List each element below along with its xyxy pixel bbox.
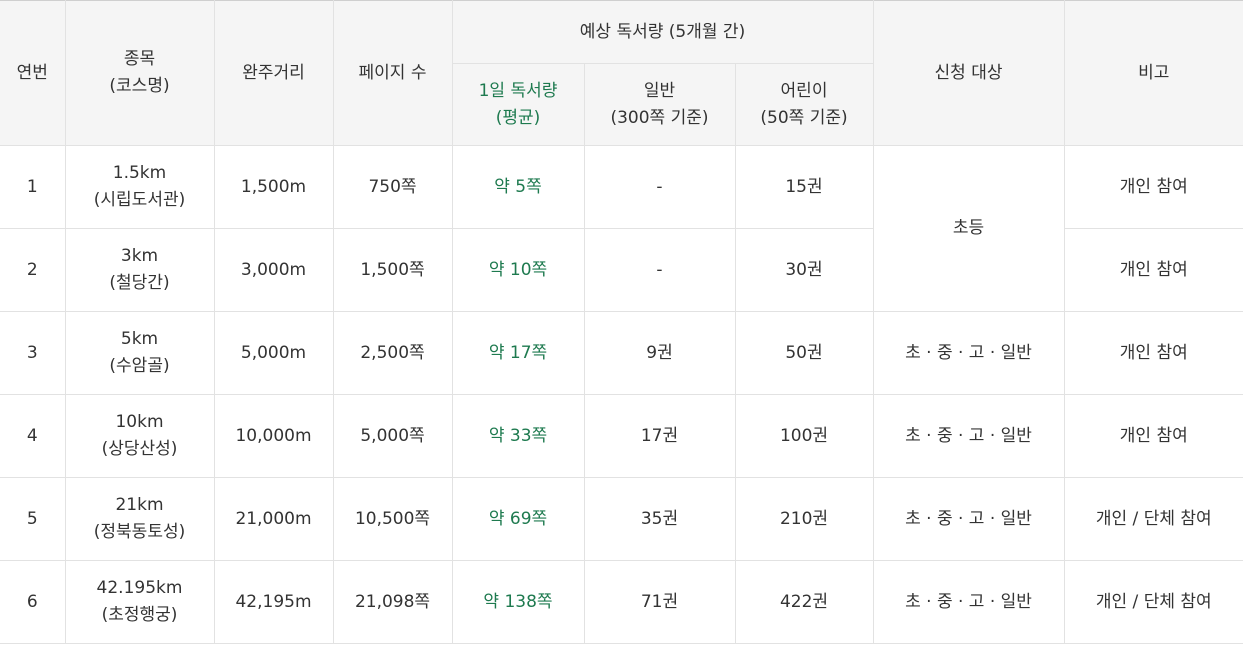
cell-course: 3km (철당간) xyxy=(64,228,215,312)
cell-general: 71권 xyxy=(583,560,736,644)
header-daily-line1: 1일 독서량 xyxy=(478,80,558,101)
cell-course-name: (철당간) xyxy=(109,273,170,293)
cell-general: 35권 xyxy=(583,477,736,561)
header-children-line2: (50쪽 기준) xyxy=(760,107,848,128)
cell-no: 1 xyxy=(0,145,66,229)
cell-children: 210권 xyxy=(734,477,874,561)
cell-distance: 1,500m xyxy=(213,145,334,229)
cell-course: 10km (상당산성) xyxy=(64,394,215,478)
reading-marathon-table: 연번 종목 (코스명) 완주거리 페이지 수 예상 독서량 (5개월 간) 신청… xyxy=(0,0,1243,644)
cell-course: 1.5km (시립도서관) xyxy=(64,145,215,229)
cell-note: 개인 참여 xyxy=(1063,228,1243,312)
cell-daily: 약 33쪽 xyxy=(451,394,585,478)
cell-course-distance: 42.195km xyxy=(96,578,183,598)
header-course: 종목 (코스명) xyxy=(64,0,215,146)
cell-note: 개인 / 단체 참여 xyxy=(1063,560,1243,644)
cell-note: 개인 / 단체 참여 xyxy=(1063,477,1243,561)
cell-children: 422권 xyxy=(734,560,874,644)
cell-no: 4 xyxy=(0,394,66,478)
header-daily-line2: (평균) xyxy=(495,107,541,128)
cell-course-name: (상당산성) xyxy=(101,439,178,459)
cell-course-distance: 10km xyxy=(115,412,164,432)
header-distance: 완주거리 xyxy=(213,0,334,146)
cell-pages: 21,098쪽 xyxy=(332,560,453,644)
cell-children: 100권 xyxy=(734,394,874,478)
cell-general: 9권 xyxy=(583,311,736,395)
cell-distance: 42,195m xyxy=(213,560,334,644)
cell-daily: 약 69쪽 xyxy=(451,477,585,561)
table-row: 4 10km (상당산성) 10,000m 5,000쪽 약 33쪽 17권 1… xyxy=(0,394,1243,478)
cell-children: 50권 xyxy=(734,311,874,395)
table-row: 6 42.195km (초정행궁) 42,195m 21,098쪽 약 138쪽… xyxy=(0,560,1243,644)
cell-general: - xyxy=(583,145,736,229)
table-header: 연번 종목 (코스명) 완주거리 페이지 수 예상 독서량 (5개월 간) 신청… xyxy=(0,0,1243,146)
cell-pages: 1,500쪽 xyxy=(332,228,453,312)
cell-daily: 약 5쪽 xyxy=(451,145,585,229)
cell-children: 30권 xyxy=(734,228,874,312)
table-row: 5 21km (정북동토성) 21,000m 10,500쪽 약 69쪽 35권… xyxy=(0,477,1243,561)
cell-course-name: (시립도서관) xyxy=(93,190,186,210)
cell-note: 개인 참여 xyxy=(1063,311,1243,395)
cell-pages: 2,500쪽 xyxy=(332,311,453,395)
cell-course-name: (수암골) xyxy=(109,356,170,376)
cell-target: 초 · 중 · 고 · 일반 xyxy=(872,394,1065,478)
cell-pages: 10,500쪽 xyxy=(332,477,453,561)
header-reading-group: 예상 독서량 (5개월 간) xyxy=(451,0,874,64)
cell-target: 초 · 중 · 고 · 일반 xyxy=(872,560,1065,644)
cell-pages: 750쪽 xyxy=(332,145,453,229)
header-pages: 페이지 수 xyxy=(332,0,453,146)
cell-distance: 5,000m xyxy=(213,311,334,395)
table-row: 3 5km (수암골) 5,000m 2,500쪽 약 17쪽 9권 50권 초… xyxy=(0,311,1243,395)
cell-daily: 약 138쪽 xyxy=(451,560,585,644)
cell-course-distance: 1.5km xyxy=(112,163,167,183)
cell-distance: 21,000m xyxy=(213,477,334,561)
cell-general: 17권 xyxy=(583,394,736,478)
cell-children: 15권 xyxy=(734,145,874,229)
cell-daily: 약 17쪽 xyxy=(451,311,585,395)
header-general-line2: (300쪽 기준) xyxy=(610,107,709,128)
cell-course: 21km (정북동토성) xyxy=(64,477,215,561)
cell-course-distance: 5km xyxy=(120,329,159,349)
cell-no: 6 xyxy=(0,560,66,644)
cell-target: 초등 xyxy=(872,145,1065,312)
cell-course-name: (정북동토성) xyxy=(93,522,186,542)
table-row: 1 1.5km (시립도서관) 1,500m 750쪽 약 5쪽 - 15권 초… xyxy=(0,145,1243,312)
table-body: 1 1.5km (시립도서관) 1,500m 750쪽 약 5쪽 - 15권 초… xyxy=(0,145,1243,644)
cell-course-name: (초정행궁) xyxy=(101,605,178,625)
header-children-line1: 어린이 xyxy=(780,80,828,101)
cell-no: 3 xyxy=(0,311,66,395)
cell-course: 42.195km (초정행궁) xyxy=(64,560,215,644)
cell-target: 초 · 중 · 고 · 일반 xyxy=(872,477,1065,561)
cell-pages: 5,000쪽 xyxy=(332,394,453,478)
cell-target: 초 · 중 · 고 · 일반 xyxy=(872,311,1065,395)
header-general: 일반 (300쪽 기준) xyxy=(583,63,736,146)
cell-course-distance: 21km xyxy=(115,495,164,515)
cell-distance: 3,000m xyxy=(213,228,334,312)
cell-no: 2 xyxy=(0,228,66,312)
header-no: 연번 xyxy=(0,0,66,146)
header-course-line2: (코스명) xyxy=(109,76,170,96)
header-daily: 1일 독서량 (평균) xyxy=(452,63,585,146)
header-note: 비고 xyxy=(1063,0,1243,146)
header-children: 어린이 (50쪽 기준) xyxy=(734,63,874,146)
header-general-line1: 일반 xyxy=(643,80,676,101)
cell-general: - xyxy=(583,228,736,312)
cell-no: 5 xyxy=(0,477,66,561)
header-course-line1: 종목 xyxy=(123,49,156,69)
cell-daily: 약 10쪽 xyxy=(451,228,585,312)
cell-course: 5km (수암골) xyxy=(64,311,215,395)
header-target: 신청 대상 xyxy=(872,0,1065,146)
cell-course-distance: 3km xyxy=(120,246,159,266)
cell-note: 개인 참여 xyxy=(1063,394,1243,478)
cell-distance: 10,000m xyxy=(213,394,334,478)
cell-note: 개인 참여 xyxy=(1063,145,1243,229)
